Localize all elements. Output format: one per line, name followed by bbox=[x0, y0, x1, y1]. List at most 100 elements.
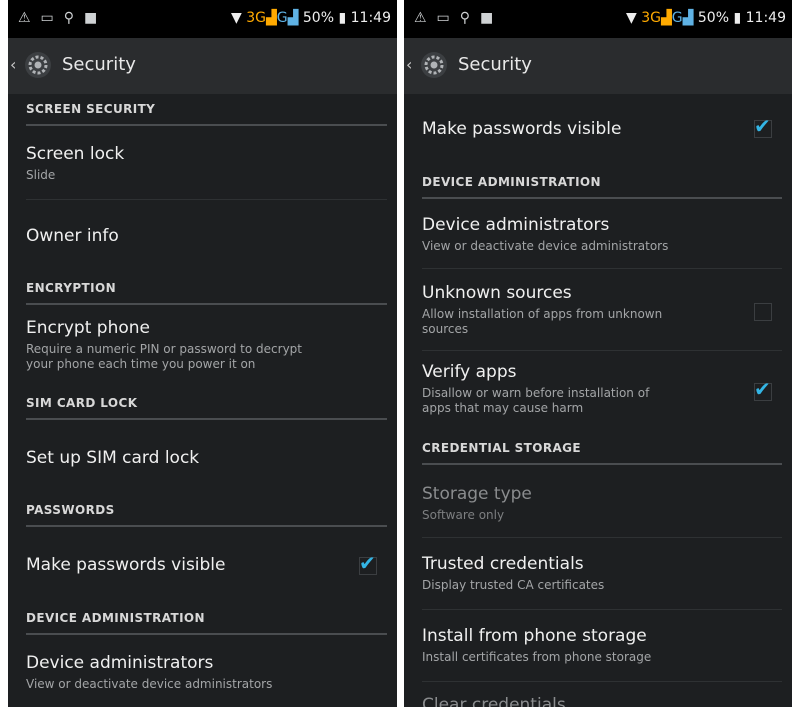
summary-line: Require a numeric PIN or password to dec… bbox=[26, 342, 302, 356]
network-g-label: G bbox=[671, 10, 683, 26]
right-screen: ⚠▭⚲■ ▼ 3G▟G▟ 50% ▮ 11:49 ‹ Security Make… bbox=[404, 0, 792, 707]
section-screen-security: SCREEN SECURITY bbox=[26, 102, 387, 126]
passwords-visible-checkbox[interactable]: ✔ bbox=[754, 115, 772, 138]
action-bar: ‹ Security bbox=[404, 38, 792, 94]
signal-icon: ▟ bbox=[266, 10, 277, 26]
item-summary: View or deactivate device administrators bbox=[422, 239, 669, 253]
storage-type-item: Storage type Software only bbox=[422, 483, 780, 523]
section-credential-storage: CREDENTIAL STORAGE bbox=[422, 441, 782, 465]
summary-line: apps that may cause harm bbox=[422, 401, 584, 415]
battery-percent: 50% bbox=[302, 10, 335, 26]
notification-icons: ⚠▭⚲■ bbox=[18, 10, 108, 26]
trusted-credentials-item[interactable]: Trusted credentials Display trusted CA c… bbox=[422, 553, 780, 593]
wifi-icon: ▼ bbox=[626, 10, 637, 26]
item-title: Make passwords visible bbox=[422, 119, 622, 139]
section-label: CREDENTIAL STORAGE bbox=[422, 441, 582, 455]
item-summary: Install certificates from phone storage bbox=[422, 650, 652, 664]
left-screen: ⚠▭⚲■ ▼ 3G▟G▟ 50% ▮ 11:49 ‹ Security SCRE… bbox=[8, 0, 397, 707]
notification-icons: ⚠▭⚲■ bbox=[414, 10, 504, 26]
battery-percent: 50% bbox=[697, 10, 730, 26]
settings-gear-icon[interactable] bbox=[420, 51, 448, 79]
sim-lock-item[interactable]: Set up SIM card lock bbox=[26, 447, 385, 469]
item-title: Owner info bbox=[26, 226, 119, 246]
divider bbox=[26, 199, 387, 200]
section-passwords: PASSWORDS bbox=[26, 503, 387, 527]
status-bar: ⚠▭⚲■ ▼ 3G▟G▟ 50% ▮ 11:49 bbox=[8, 0, 397, 38]
page-title: Security bbox=[458, 54, 532, 75]
network-3g-label: 3G bbox=[246, 10, 267, 26]
section-label: DEVICE ADMINISTRATION bbox=[26, 611, 205, 625]
back-chevron-icon[interactable]: ‹ bbox=[406, 55, 412, 74]
checkmark-icon: ✔ bbox=[754, 114, 771, 138]
device-admins-item[interactable]: Device administrators View or deactivate… bbox=[422, 214, 780, 254]
divider bbox=[422, 681, 782, 682]
item-title: Unknown sources bbox=[422, 283, 572, 303]
item-title: Screen lock bbox=[26, 144, 125, 164]
item-summary: Allow installation of apps from unknown s… bbox=[422, 307, 780, 337]
signal-icon: ▟ bbox=[661, 10, 672, 26]
section-device-admin: DEVICE ADMINISTRATION bbox=[26, 611, 387, 635]
summary-line: sources bbox=[422, 322, 469, 336]
item-title: Device administrators bbox=[422, 215, 610, 235]
summary-line: Disallow or warn before installation of bbox=[422, 386, 650, 400]
clock: 11:49 bbox=[745, 10, 786, 26]
passwords-visible-checkbox[interactable]: ✔ bbox=[359, 552, 377, 575]
section-label: SCREEN SECURITY bbox=[26, 102, 156, 116]
screen-lock-item[interactable]: Screen lock Slide bbox=[26, 143, 385, 183]
status-bar: ⚠▭⚲■ ▼ 3G▟G▟ 50% ▮ 11:49 bbox=[404, 0, 792, 38]
item-title: Verify apps bbox=[422, 362, 517, 382]
item-summary: Require a numeric PIN or password to dec… bbox=[26, 342, 385, 372]
network-g-label: G bbox=[276, 10, 288, 26]
clock: 11:49 bbox=[350, 10, 391, 26]
unknown-sources-checkbox[interactable] bbox=[754, 303, 772, 321]
signal-icon: ▟ bbox=[682, 10, 694, 26]
item-title: Trusted credentials bbox=[422, 554, 584, 574]
status-right: ▼ 3G▟G▟ 50% ▮ 11:49 bbox=[231, 10, 391, 26]
action-bar: ‹ Security bbox=[8, 38, 397, 94]
signal-icon: ▟ bbox=[287, 10, 299, 26]
back-chevron-icon[interactable]: ‹ bbox=[10, 55, 16, 74]
item-summary: View or deactivate device administrators bbox=[26, 677, 273, 691]
verify-apps-item[interactable]: Verify apps Disallow or warn before inst… bbox=[422, 361, 780, 416]
section-label: SIM CARD LOCK bbox=[26, 396, 138, 410]
status-right: ▼ 3G▟G▟ 50% ▮ 11:49 bbox=[626, 10, 786, 26]
checkmark-icon: ✔ bbox=[359, 551, 376, 575]
section-divider bbox=[422, 463, 782, 465]
encrypt-phone-item[interactable]: Encrypt phone Require a numeric PIN or p… bbox=[26, 317, 385, 372]
unknown-sources-item[interactable]: Unknown sources Allow installation of ap… bbox=[422, 282, 780, 337]
item-title: Make passwords visible bbox=[26, 555, 226, 575]
section-device-admin: DEVICE ADMINISTRATION bbox=[422, 175, 782, 199]
section-divider bbox=[26, 303, 387, 305]
settings-gear-icon[interactable] bbox=[24, 51, 52, 79]
device-admins-item[interactable]: Device administrators View or deactivate… bbox=[26, 652, 385, 692]
checkmark-icon: ✔ bbox=[754, 377, 771, 401]
divider bbox=[422, 537, 782, 538]
passwords-visible-item[interactable]: Make passwords visible bbox=[26, 554, 385, 576]
section-label: ENCRYPTION bbox=[26, 281, 117, 295]
verify-apps-checkbox[interactable]: ✔ bbox=[754, 378, 772, 401]
section-divider bbox=[26, 124, 387, 126]
passwords-visible-item[interactable]: Make passwords visible bbox=[422, 118, 780, 140]
section-label: PASSWORDS bbox=[26, 503, 115, 517]
install-storage-item[interactable]: Install from phone storage Install certi… bbox=[422, 625, 780, 665]
network-3g-label: 3G bbox=[641, 10, 662, 26]
section-sim-lock: SIM CARD LOCK bbox=[26, 396, 387, 420]
item-summary: Slide bbox=[26, 168, 56, 182]
section-divider bbox=[26, 633, 387, 635]
summary-line: Allow installation of apps from unknown bbox=[422, 307, 663, 321]
item-summary: Display trusted CA certificates bbox=[422, 578, 605, 592]
item-title: Storage type bbox=[422, 484, 532, 504]
owner-info-item[interactable]: Owner info bbox=[26, 225, 385, 247]
summary-line: your phone each time you power it on bbox=[26, 357, 256, 371]
section-divider bbox=[26, 525, 387, 527]
section-divider bbox=[422, 197, 782, 199]
section-label: DEVICE ADMINISTRATION bbox=[422, 175, 601, 189]
wifi-icon: ▼ bbox=[231, 10, 242, 26]
item-summary: Disallow or warn before installation of a… bbox=[422, 386, 780, 416]
divider bbox=[422, 268, 782, 269]
divider bbox=[422, 350, 782, 351]
item-title: Clear credentials bbox=[422, 695, 566, 707]
section-divider bbox=[26, 418, 387, 420]
clear-credentials-item: Clear credentials bbox=[422, 694, 780, 707]
page-title: Security bbox=[62, 54, 136, 75]
